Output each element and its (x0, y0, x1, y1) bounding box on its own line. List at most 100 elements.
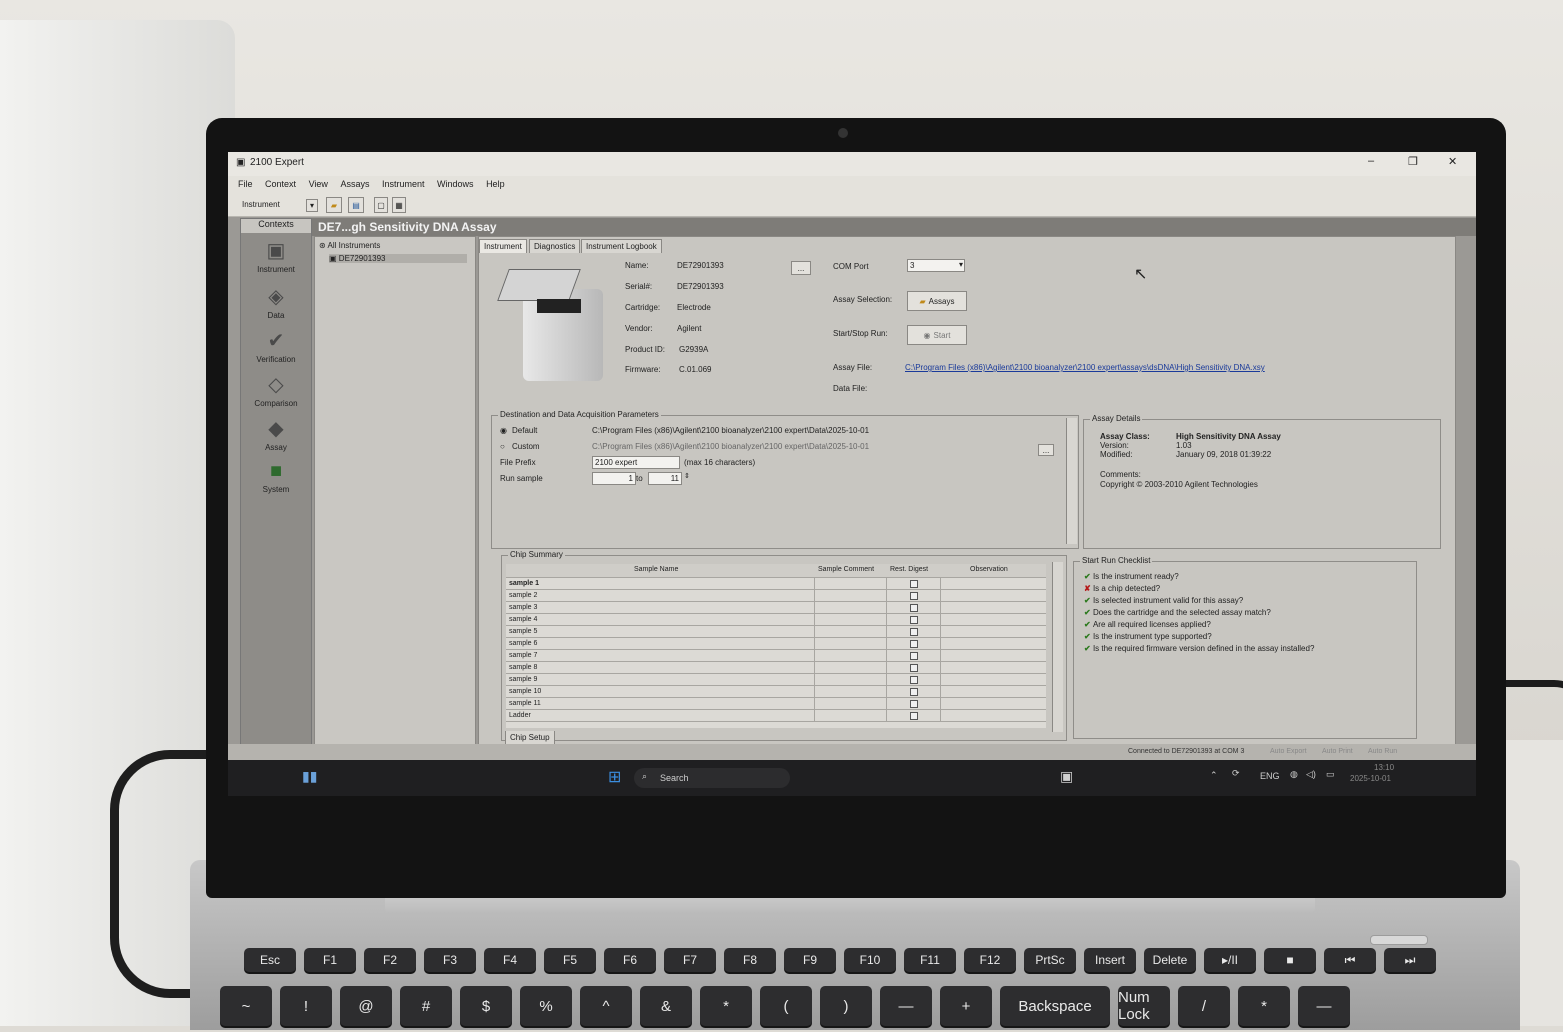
table-row[interactable]: sample 11 (506, 698, 1046, 710)
menu-file[interactable]: File (238, 179, 253, 189)
browse-name-button[interactable]: ... (791, 261, 811, 275)
context-system[interactable]: ■ System (241, 459, 311, 494)
table-row[interactable]: sample 3 (506, 602, 1046, 614)
table-row[interactable]: sample 9 (506, 674, 1046, 686)
run-to-input[interactable]: 11 (648, 472, 682, 485)
tab-instrument-logbook[interactable]: Instrument Logbook (581, 239, 662, 253)
context-select[interactable]: Instrument (240, 199, 312, 210)
close-button[interactable]: ✕ (1448, 155, 1457, 168)
open-folder-icon[interactable]: ▰ (326, 197, 342, 213)
rest-digest-checkbox[interactable] (910, 712, 918, 720)
run-from-input[interactable]: 1 (592, 472, 636, 485)
rest-digest-checkbox[interactable] (910, 616, 918, 624)
rest-digest-checkbox[interactable] (910, 580, 918, 588)
tree-view-icon[interactable]: ▤ (348, 197, 364, 213)
sample-name-cell[interactable]: sample 5 (509, 626, 537, 637)
context-data[interactable]: ◈ Data (241, 285, 311, 320)
sample-name-cell[interactable]: sample 1 (509, 578, 539, 589)
menu-assays[interactable]: Assays (340, 179, 369, 189)
menu-help[interactable]: Help (486, 179, 505, 189)
sample-name-cell[interactable]: sample 11 (509, 698, 541, 709)
sample-name-cell[interactable]: sample 6 (509, 638, 537, 649)
rest-digest-checkbox[interactable] (910, 604, 918, 612)
single-view-icon[interactable]: ▢ (374, 197, 388, 213)
sample-name-cell[interactable]: sample 4 (509, 614, 537, 625)
rest-digest-checkbox[interactable] (910, 676, 918, 684)
key-fn: F2 (364, 948, 416, 972)
table-row[interactable]: sample 2 (506, 590, 1046, 602)
sample-name-cell[interactable]: sample 3 (509, 602, 537, 613)
sample-name-cell[interactable]: sample 10 (509, 686, 541, 697)
rest-digest-checkbox[interactable] (910, 688, 918, 696)
table-row[interactable]: sample 6 (506, 638, 1046, 650)
checklist-text: Is a chip detected? (1092, 584, 1161, 593)
taskbar-time[interactable]: 13:10 (1374, 763, 1394, 772)
widgets-icon[interactable]: ▮▮ (302, 768, 317, 785)
file-prefix-input[interactable]: 2100 expert (592, 456, 680, 469)
sample-name-cell[interactable]: Ladder (509, 710, 531, 721)
sample-name-cell[interactable]: sample 7 (509, 650, 537, 661)
maximize-button[interactable]: ❐ (1408, 155, 1418, 168)
table-row[interactable]: sample 5 (506, 626, 1046, 638)
tab-diagnostics[interactable]: Diagnostics (529, 239, 581, 253)
rest-digest-checkbox[interactable] (910, 628, 918, 636)
custom-radio[interactable]: ○ (500, 442, 505, 451)
context-dropdown-icon[interactable]: ▾ (306, 199, 318, 212)
context-assay[interactable]: ◆ Assay (241, 417, 311, 452)
minimize-button[interactable]: – (1368, 155, 1374, 167)
assay-icon: ◆ (268, 418, 284, 440)
table-row[interactable]: Ladder (506, 710, 1046, 722)
sample-name-cell[interactable]: sample 2 (509, 590, 537, 601)
sync-icon[interactable]: ⟳ (1232, 768, 1240, 779)
menu-view[interactable]: View (309, 179, 328, 189)
menu-instrument[interactable]: Instrument (382, 179, 425, 189)
context-verification[interactable]: ✔ Verification (241, 329, 311, 364)
assays-button[interactable]: ▰ Assays (907, 291, 967, 311)
table-row[interactable]: sample 1 (506, 578, 1046, 590)
chip-scrollbar[interactable] (1052, 562, 1063, 732)
context-instrument[interactable]: ▣ Instrument (241, 239, 311, 274)
tree-item-instrument[interactable]: ▣ DE72901393 (329, 254, 467, 263)
battery-icon[interactable]: ▭ (1326, 769, 1335, 780)
menu-windows[interactable]: Windows (437, 179, 474, 189)
tab-instrument[interactable]: Instrument (479, 239, 527, 253)
browse-destination-button[interactable]: ... (1038, 444, 1054, 456)
key-number: # (400, 986, 452, 1026)
assay-file-link[interactable]: C:\Program Files (x86)\Agilent\2100 bioa… (905, 363, 1265, 372)
grid-view-icon[interactable]: ▦ (392, 197, 406, 213)
sample-name-cell[interactable]: sample 9 (509, 674, 537, 685)
contexts-panel: Contexts ▣ Instrument ◈ Data ✔ Verificat… (240, 218, 312, 746)
destination-scrollbar[interactable] (1066, 418, 1077, 544)
table-row[interactable]: sample 4 (506, 614, 1046, 626)
chevron-up-icon[interactable]: ⌃ (1210, 770, 1218, 781)
rest-digest-checkbox[interactable] (910, 664, 918, 672)
table-row[interactable]: sample 8 (506, 662, 1046, 674)
run-to-spinner-icon[interactable]: ⇕ (684, 472, 690, 480)
checklist-text: Are all required licenses applied? (1092, 620, 1211, 629)
default-radio[interactable]: ◉ (500, 426, 507, 435)
table-row[interactable]: sample 10 (506, 686, 1046, 698)
com-port-select[interactable]: 3 (907, 259, 965, 272)
volume-icon[interactable]: ◁) (1306, 769, 1316, 780)
tab-chip-setup[interactable]: Chip Setup (505, 731, 555, 745)
tree-root[interactable]: ⊛ All Instruments (319, 241, 380, 250)
rest-digest-checkbox[interactable] (910, 592, 918, 600)
table-row[interactable]: sample 7 (506, 650, 1046, 662)
taskbar-date[interactable]: 2025-10-01 (1350, 774, 1391, 783)
start-button[interactable]: ◉ Start (907, 325, 967, 345)
key-number: % (520, 986, 572, 1026)
checklist-title: Start Run Checklist (1080, 556, 1153, 565)
rest-digest-checkbox[interactable] (910, 652, 918, 660)
sample-name-cell[interactable]: sample 8 (509, 662, 537, 673)
menu-context[interactable]: Context (265, 179, 296, 189)
rest-digest-checkbox[interactable] (910, 640, 918, 648)
network-icon[interactable]: ◍ (1290, 769, 1298, 780)
language-indicator[interactable]: ENG (1260, 771, 1280, 781)
context-comparison[interactable]: ◇ Comparison (241, 373, 311, 408)
taskbar-search[interactable]: ⌕ Search (634, 768, 790, 788)
column-divider (886, 614, 887, 625)
taskbar-app-icon[interactable]: ▣ (1060, 768, 1073, 785)
start-menu-icon[interactable]: ⊞ (608, 767, 621, 787)
com-port-dropdown-icon[interactable]: ▾ (959, 260, 963, 269)
rest-digest-checkbox[interactable] (910, 700, 918, 708)
